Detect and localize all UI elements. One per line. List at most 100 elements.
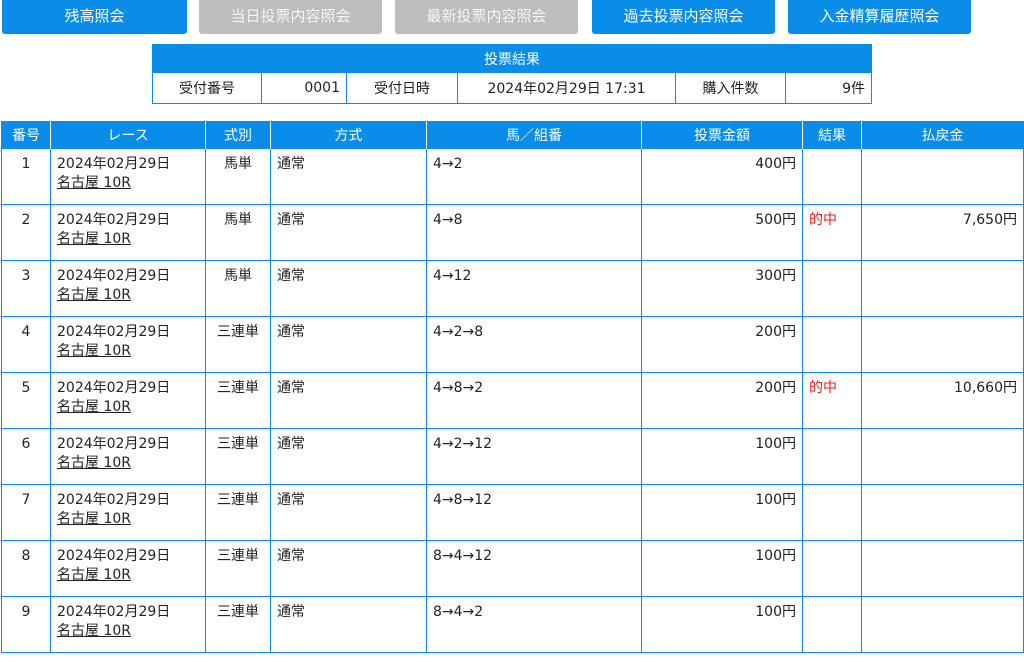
table-row: 2 2024年02月29日 名古屋 10R 馬単 通常 4→8 500円 的中 7… (1, 204, 1024, 261)
table-row: 9 2024年02月29日 名古屋 10R 三連単 通常 8→4→2 100円 (1, 596, 1024, 653)
row-payout (861, 484, 1024, 541)
race-date: 2024年02月29日 (57, 212, 171, 228)
row-combination: 4→2→8 (426, 316, 642, 373)
row-type: 馬単 (205, 204, 271, 261)
receipt-no-label: 受付番号 (152, 72, 262, 104)
row-combination: 4→2→12 (426, 428, 642, 485)
row-race: 2024年02月29日 名古屋 10R (50, 428, 206, 485)
row-amount: 200円 (641, 372, 803, 429)
table-row: 6 2024年02月29日 名古屋 10R 三連単 通常 4→2→12 100円 (1, 428, 1024, 485)
race-link[interactable]: 名古屋 10R (57, 286, 131, 305)
table-row: 5 2024年02月29日 名古屋 10R 三連単 通常 4→8→2 200円 的… (1, 372, 1024, 429)
results-body: 1 2024年02月29日 名古屋 10R 馬単 通常 4→2 400円 2 20… (1, 148, 1024, 653)
race-date: 2024年02月29日 (57, 548, 171, 564)
receipt-time-value: 2024年02月29日 17:31 (457, 72, 676, 104)
row-no: 4 (1, 316, 51, 373)
row-race: 2024年02月29日 名古屋 10R (50, 316, 206, 373)
row-race: 2024年02月29日 名古屋 10R (50, 260, 206, 317)
row-combination: 4→8→2 (426, 372, 642, 429)
race-link[interactable]: 名古屋 10R (57, 230, 131, 249)
row-combination: 8→4→12 (426, 540, 642, 597)
row-race: 2024年02月29日 名古屋 10R (50, 204, 206, 261)
row-method: 通常 (270, 260, 427, 317)
row-no: 8 (1, 540, 51, 597)
row-no: 5 (1, 372, 51, 429)
row-amount: 400円 (641, 148, 803, 205)
receipt-time-label: 受付日時 (346, 72, 458, 104)
row-payout (861, 540, 1024, 597)
race-link[interactable]: 名古屋 10R (57, 174, 131, 193)
race-date: 2024年02月29日 (57, 492, 171, 508)
table-row: 8 2024年02月29日 名古屋 10R 三連単 通常 8→4→12 100円 (1, 540, 1024, 597)
header-combination: 馬／組番 (426, 121, 642, 149)
table-row: 4 2024年02月29日 名古屋 10R 三連単 通常 4→2→8 200円 (1, 316, 1024, 373)
balance-inquiry-button[interactable]: 残高照会 (2, 0, 187, 34)
row-method: 通常 (270, 428, 427, 485)
row-no: 9 (1, 596, 51, 653)
row-payout: 7,650円 (861, 204, 1024, 261)
row-payout (861, 148, 1024, 205)
row-method: 通常 (270, 484, 427, 541)
header-race: レース (50, 121, 206, 149)
row-payout (861, 428, 1024, 485)
row-race: 2024年02月29日 名古屋 10R (50, 148, 206, 205)
row-result (802, 484, 862, 541)
row-type: 三連単 (205, 372, 271, 429)
row-combination: 4→12 (426, 260, 642, 317)
row-race: 2024年02月29日 名古屋 10R (50, 372, 206, 429)
race-link[interactable]: 名古屋 10R (57, 622, 131, 641)
page: 残高照会 当日投票内容照会 最新投票内容照会 過去投票内容照会 入金精算履歴照会… (0, 0, 1024, 662)
row-result (802, 428, 862, 485)
row-payout: 10,660円 (861, 372, 1024, 429)
row-amount: 100円 (641, 540, 803, 597)
race-link[interactable]: 名古屋 10R (57, 566, 131, 585)
row-race: 2024年02月29日 名古屋 10R (50, 540, 206, 597)
race-link[interactable]: 名古屋 10R (57, 398, 131, 417)
row-combination: 4→2 (426, 148, 642, 205)
race-date: 2024年02月29日 (57, 604, 171, 620)
row-combination: 4→8 (426, 204, 642, 261)
row-result (802, 540, 862, 597)
row-method: 通常 (270, 204, 427, 261)
row-method: 通常 (270, 596, 427, 653)
race-date: 2024年02月29日 (57, 268, 171, 284)
row-result (802, 260, 862, 317)
row-type: 三連単 (205, 596, 271, 653)
row-amount: 100円 (641, 428, 803, 485)
row-no: 2 (1, 204, 51, 261)
row-result: 的中 (802, 372, 862, 429)
race-link[interactable]: 名古屋 10R (57, 510, 131, 529)
race-date: 2024年02月29日 (57, 436, 171, 452)
row-no: 3 (1, 260, 51, 317)
receipt-no-value: 0001 (261, 72, 347, 104)
top-nav: 残高照会 当日投票内容照会 最新投票内容照会 過去投票内容照会 入金精算履歴照会 (0, 0, 1024, 34)
header-payout: 払戻金 (861, 121, 1024, 149)
row-type: 馬単 (205, 148, 271, 205)
race-date: 2024年02月29日 (57, 380, 171, 396)
row-type: 三連単 (205, 540, 271, 597)
table-row: 3 2024年02月29日 名古屋 10R 馬単 通常 4→12 300円 (1, 260, 1024, 317)
row-type: 馬単 (205, 260, 271, 317)
row-combination: 8→4→2 (426, 596, 642, 653)
table-header-row: 番号 レース 式別 方式 馬／組番 投票金額 結果 払戻金 (1, 121, 1024, 149)
row-amount: 200円 (641, 316, 803, 373)
race-link[interactable]: 名古屋 10R (57, 454, 131, 473)
purchase-count-value: 9件 (785, 72, 872, 104)
race-date: 2024年02月29日 (57, 324, 171, 340)
row-method: 通常 (270, 372, 427, 429)
row-method: 通常 (270, 540, 427, 597)
deposit-settlement-history-button[interactable]: 入金精算履歴照会 (788, 0, 971, 34)
race-link[interactable]: 名古屋 10R (57, 342, 131, 361)
row-method: 通常 (270, 316, 427, 373)
header-result: 結果 (802, 121, 862, 149)
header-method: 方式 (270, 121, 427, 149)
row-no: 6 (1, 428, 51, 485)
past-vote-inquiry-button[interactable]: 過去投票内容照会 (592, 0, 775, 34)
summary-row: 受付番号 0001 受付日時 2024年02月29日 17:31 購入件数 9件 (152, 72, 872, 104)
latest-vote-inquiry-button: 最新投票内容照会 (395, 0, 578, 34)
row-amount: 500円 (641, 204, 803, 261)
row-race: 2024年02月29日 名古屋 10R (50, 596, 206, 653)
header-no: 番号 (1, 121, 51, 149)
row-amount: 100円 (641, 596, 803, 653)
table-row: 7 2024年02月29日 名古屋 10R 三連単 通常 4→8→12 100円 (1, 484, 1024, 541)
